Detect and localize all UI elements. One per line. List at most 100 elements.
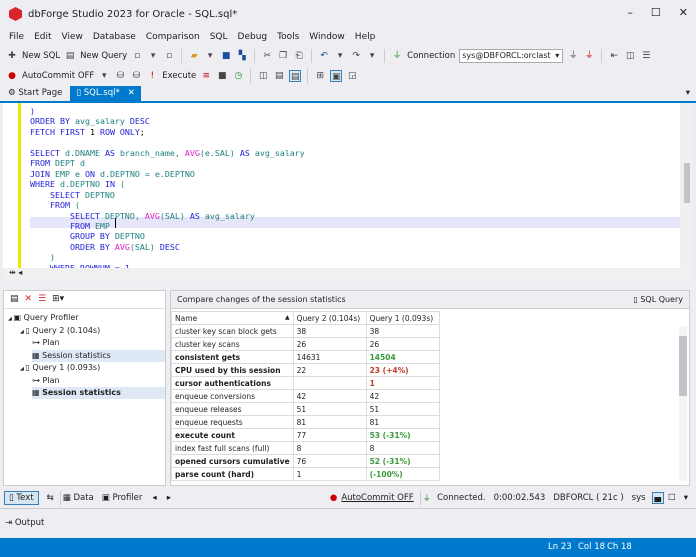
- stats-scrollbar[interactable]: [679, 326, 687, 481]
- menu-comparison[interactable]: Comparison: [141, 29, 205, 45]
- options-icon[interactable]: ◲: [346, 70, 358, 82]
- table-row[interactable]: cursor authentications 1: [171, 376, 440, 390]
- tree-item[interactable]: ◢ ▯ Query 1 (0.093s): [20, 362, 165, 374]
- tree-item[interactable]: ⊶ Plan: [32, 337, 165, 349]
- table-row[interactable]: CPU used by this session 22 23 (+4%): [171, 363, 440, 377]
- profiler-icon: ▣: [13, 313, 24, 322]
- commit-icon[interactable]: ⛁: [114, 70, 126, 82]
- cut-icon[interactable]: ✂: [261, 50, 273, 62]
- text-view-button[interactable]: ▯ Text: [4, 491, 39, 505]
- new-profile-icon[interactable]: ▤: [10, 294, 19, 305]
- menu-view[interactable]: View: [57, 29, 88, 45]
- more-icon[interactable]: ▾: [684, 493, 688, 503]
- data-view-button[interactable]: ▦ Data: [63, 493, 94, 503]
- results-toggle-icon[interactable]: ▤: [289, 69, 302, 82]
- tree-item[interactable]: ⊶ Plan: [32, 375, 165, 387]
- menu-tools[interactable]: Tools: [272, 29, 304, 45]
- code-line: ): [30, 252, 55, 263]
- swap-icon[interactable]: ⇆: [47, 493, 54, 503]
- dropdown-icon[interactable]: ▾: [334, 50, 346, 62]
- menu-database[interactable]: Database: [88, 29, 141, 45]
- output-tab[interactable]: ⇥ Output: [5, 518, 44, 528]
- table-row[interactable]: cluster key scan block gets 38 38: [171, 324, 440, 338]
- close-button[interactable]: ✕: [679, 6, 688, 19]
- editor-hscroll[interactable]: ⇹ ◂: [3, 268, 692, 280]
- tree-item[interactable]: ◢ ▣ Query Profiler: [8, 312, 165, 324]
- menu-file[interactable]: File: [4, 29, 29, 45]
- rollback-icon[interactable]: ⛁: [130, 70, 142, 82]
- tree-item[interactable]: ◢ ▯ Query 2 (0.104s): [20, 325, 165, 337]
- table-row[interactable]: cluster key scans 26 26: [171, 337, 440, 351]
- table-row[interactable]: opened cursors cumulative 76 52 (-31%): [171, 454, 440, 468]
- close-tab-icon[interactable]: ✕: [128, 88, 135, 98]
- table-row[interactable]: index fast full scans (full) 8 8: [171, 441, 440, 455]
- connection-select[interactable]: sys@DBFORCL:orclast: [459, 48, 564, 63]
- menu-help[interactable]: Help: [350, 29, 381, 45]
- column-header-query2[interactable]: Query 2 (0.104s): [292, 311, 367, 325]
- refresh-icon[interactable]: ⇤: [608, 50, 620, 62]
- sql-editor[interactable]: ) ORDER BY avg_salary DESC FETCH FIRST 1 R…: [3, 103, 680, 268]
- dropdown-icon[interactable]: ▾: [366, 50, 378, 62]
- history-icon[interactable]: ◷: [232, 70, 244, 82]
- split-none-icon[interactable]: ☐: [668, 493, 676, 503]
- dropdown-icon[interactable]: ▾: [204, 50, 216, 62]
- stop-icon[interactable]: ■: [216, 70, 228, 82]
- new-file-icon[interactable]: ▫: [163, 50, 175, 62]
- tree-item[interactable]: ▦ Session statistics: [32, 387, 165, 399]
- open-icon[interactable]: ▰: [188, 50, 200, 62]
- redo-icon[interactable]: ↷: [350, 50, 362, 62]
- tab-start-page[interactable]: ⚙ Start Page: [0, 86, 70, 101]
- scroll-left-icon[interactable]: ◂: [152, 493, 156, 503]
- layout-icon[interactable]: ⊞: [314, 70, 326, 82]
- delete-icon[interactable]: ✕: [25, 294, 33, 305]
- import-icon[interactable]: ▤: [273, 70, 285, 82]
- table-row[interactable]: execute count 77 53 (-31%): [171, 428, 440, 442]
- list-icon[interactable]: ☰: [640, 50, 652, 62]
- execute-statement-icon[interactable]: ≡: [200, 70, 212, 82]
- tab-sql[interactable]: ▯ SQL.sql* ✕: [70, 86, 141, 101]
- cell-q1: 23 (+4%): [365, 363, 440, 377]
- explain-icon[interactable]: ◫: [257, 70, 269, 82]
- save-icon[interactable]: ■: [220, 50, 232, 62]
- maximize-button[interactable]: ☐: [651, 6, 661, 19]
- table-row[interactable]: parse count (hard) 1 (-100%): [171, 467, 440, 481]
- undo-icon[interactable]: ↶: [318, 50, 330, 62]
- table-row[interactable]: enqueue releases 51 51: [171, 402, 440, 416]
- tree-item-label: Session statistics: [42, 388, 121, 397]
- sql-query-button[interactable]: ▯ SQL Query: [633, 291, 683, 309]
- column-header-name[interactable]: Name ▲: [171, 311, 294, 325]
- dropdown-icon[interactable]: ▾: [147, 50, 159, 62]
- menu-debug[interactable]: Debug: [233, 29, 273, 45]
- compare-icon[interactable]: ☰: [38, 294, 46, 305]
- scroll-right-icon[interactable]: ▸: [167, 493, 171, 503]
- profiler-view-button[interactable]: ▣ Profiler: [102, 493, 143, 503]
- connect-icon[interactable]: ⏚: [567, 50, 579, 62]
- new-query-button[interactable]: New Query: [80, 51, 127, 61]
- minimize-button[interactable]: –: [627, 6, 633, 19]
- autocommit-button[interactable]: AutoCommit OFF: [22, 71, 94, 81]
- copy-icon[interactable]: ❐: [277, 50, 289, 62]
- new-sql-button[interactable]: New SQL: [22, 51, 60, 61]
- split-horizontal-icon[interactable]: ▄: [651, 492, 665, 504]
- save-all-icon[interactable]: ▚: [236, 50, 248, 62]
- dropdown-icon[interactable]: ▾: [98, 70, 110, 82]
- menu-window[interactable]: Window: [304, 29, 350, 45]
- new-document-icon[interactable]: ▫: [131, 50, 143, 62]
- paste-icon[interactable]: ⎗: [293, 50, 305, 62]
- autocommit-status[interactable]: AutoCommit OFF: [341, 493, 413, 503]
- profiler-toggle-icon[interactable]: ▣: [330, 69, 343, 82]
- editor-scrollbar[interactable]: [682, 103, 692, 268]
- snapshot-icon[interactable]: ◫: [624, 50, 636, 62]
- view-options-icon[interactable]: ⊞▾: [52, 294, 64, 305]
- tab-list-icon[interactable]: ▾: [686, 88, 690, 98]
- column-header-query1[interactable]: Query 1 (0.093s): [365, 311, 440, 325]
- execute-button[interactable]: Execute: [162, 71, 196, 81]
- table-row[interactable]: enqueue conversions 42 42: [171, 389, 440, 403]
- tree-item[interactable]: ▦ Session statistics: [32, 349, 165, 362]
- menu-sql[interactable]: SQL: [205, 29, 233, 45]
- disconnect-icon[interactable]: ⏚: [583, 50, 595, 62]
- table-row[interactable]: consistent gets 14631 14504: [171, 350, 440, 364]
- table-row[interactable]: enqueue requests 81 81: [171, 415, 440, 429]
- new-sql-icon: ✚: [8, 50, 16, 61]
- menu-edit[interactable]: Edit: [29, 29, 56, 45]
